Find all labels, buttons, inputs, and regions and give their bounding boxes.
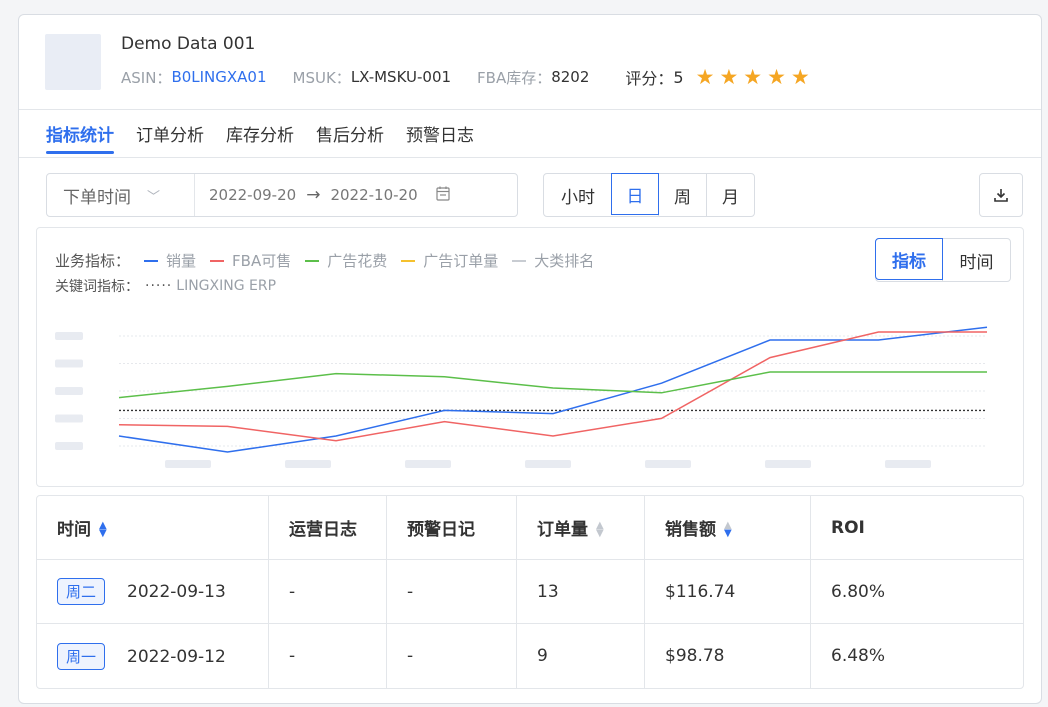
y-tick-placeholder: [55, 387, 83, 395]
series-line: [118, 331, 987, 442]
cell-sales: $116.74: [645, 560, 811, 624]
col-orders[interactable]: 订单量 ▲ ▼: [517, 496, 645, 560]
tab-divider: [19, 157, 1041, 158]
tab-bar: 指标统计 订单分析 库存分析 售后分析 预警日志: [46, 121, 474, 154]
data-table: 时间 ▲ ▼ 运营日志 预警日记 订单量 ▲ ▼ 销售额 ▲ ▼ ROI 周二 2022-09…: [36, 495, 1024, 689]
product-meta: ASIN： B0LINGXA01 MSUK： LX-MSKU-001 FBA库存…: [121, 65, 810, 89]
cell-ops-log: -: [269, 624, 387, 688]
star-icon: ★: [790, 64, 810, 89]
chart-panel: 业务指标： 销量 FBA可售 广告花费 广告订单量 大类排名 关键词指标： ····· …: [36, 227, 1024, 487]
x-tick-placeholder: [405, 460, 451, 468]
fba-label: FBA库存：: [477, 68, 552, 87]
star-rating: ★ ★ ★ ★ ★: [695, 64, 810, 89]
row-date: 2022-09-13: [127, 582, 226, 602]
cell-warning-log: -: [387, 560, 517, 624]
score-label: 评分：: [625, 69, 674, 88]
date-range-picker: 下单时间 ﹀ 2022-09-20 → 2022-10-20: [46, 173, 518, 217]
start-date[interactable]: 2022-09-20: [209, 186, 296, 204]
y-tick-placeholder: [55, 442, 83, 450]
cell-orders: 13: [517, 560, 645, 624]
asin-link[interactable]: B0LINGXA01: [171, 68, 266, 86]
tab-aftersales[interactable]: 售后分析: [316, 121, 384, 154]
tab-orders[interactable]: 订单分析: [136, 121, 204, 154]
weekday-badge: 周二: [57, 578, 106, 605]
series-line: [118, 371, 987, 399]
cell-roi: 6.48%: [831, 646, 886, 666]
date-type-label: 下单时间: [63, 187, 131, 208]
col-warning-log: 预警日记: [387, 496, 517, 560]
sort-icon[interactable]: ▲ ▼: [596, 521, 604, 539]
date-type-select[interactable]: 下单时间 ﹀: [47, 174, 195, 216]
series-line: [118, 326, 988, 453]
end-date[interactable]: 2022-10-20: [330, 186, 417, 204]
table-header-row: 时间 ▲ ▼ 运营日志 预警日记 订单量 ▲ ▼ 销售额 ▲ ▼ ROI: [37, 496, 1023, 560]
granularity-month[interactable]: 月: [706, 174, 754, 216]
star-icon: ★: [767, 64, 786, 89]
download-icon: [994, 189, 1008, 202]
product-card: Demo Data 001 ASIN： B0LINGXA01 MSUK： LX-…: [18, 14, 1042, 704]
msku-label: MSUK：: [292, 68, 351, 87]
col-ops-log: 运营日志: [269, 496, 387, 560]
cell-time: 周一 2022-09-12: [37, 624, 269, 688]
x-tick-placeholder: [765, 460, 811, 468]
granularity-hour[interactable]: 小时: [544, 174, 612, 216]
product-title: Demo Data 001: [121, 34, 256, 54]
sort-icon[interactable]: ▲ ▼: [99, 521, 107, 539]
granularity-day[interactable]: 日: [611, 173, 659, 215]
cell-roi: 6.80%: [811, 560, 1023, 624]
star-icon: ★: [743, 64, 763, 89]
x-tick-placeholder: [645, 460, 691, 468]
star-icon: ★: [695, 64, 715, 89]
table-row: 周二 2022-09-13- -13 $116.74 6.80%: [37, 560, 1023, 624]
cell-orders: 9: [517, 624, 645, 688]
fba-value: 8202: [551, 68, 590, 86]
col-sales[interactable]: 销售额 ▲ ▼: [645, 496, 811, 560]
col-time[interactable]: 时间 ▲ ▼: [37, 496, 269, 560]
calendar-icon[interactable]: [436, 186, 450, 205]
y-tick-placeholder: [55, 414, 83, 423]
y-tick-placeholder: [55, 359, 83, 368]
row-date: 2022-09-12: [127, 646, 226, 667]
tab-inventory[interactable]: 库存分析: [226, 121, 294, 154]
cell-warning-log: -: [387, 624, 517, 688]
star-icon: ★: [719, 64, 739, 89]
product-header: Demo Data 001 ASIN： B0LINGXA01 MSUK： LX-…: [19, 15, 1041, 110]
asin-label: ASIN：: [121, 68, 172, 87]
col-roi: ROI: [811, 496, 1023, 560]
table-row: 周一 2022-09-12- -9 $98.78 6.48%: [37, 624, 1023, 688]
cell-sales: $98.78: [645, 624, 811, 688]
cell-ops-log: -: [269, 560, 387, 624]
x-tick-placeholder: [165, 460, 211, 468]
granularity-week[interactable]: 周: [658, 174, 706, 216]
x-tick-placeholder: [525, 460, 571, 468]
x-tick-placeholder: [285, 460, 331, 468]
score-value: 5: [673, 67, 684, 87]
range-arrow-icon: →: [306, 185, 321, 205]
product-thumbnail: [45, 34, 101, 90]
toggle-metric[interactable]: 指标: [875, 238, 943, 280]
msku-value: LX-MSKU-001: [350, 68, 452, 86]
granularity-switch: 小时 日 周 月: [543, 173, 755, 217]
chevron-down-icon: ﹀: [147, 189, 161, 205]
download-button[interactable]: [979, 173, 1023, 217]
x-tick-placeholder: [885, 460, 931, 468]
weekday-badge: 周一: [57, 642, 106, 670]
sort-icon[interactable]: ▲ ▼: [724, 521, 732, 539]
y-tick-placeholder: [55, 332, 83, 340]
tab-metrics[interactable]: 指标统计: [46, 121, 114, 154]
tab-warning-log[interactable]: 预警日志: [406, 121, 474, 154]
cell-time: 周二 2022-09-13: [37, 560, 269, 624]
